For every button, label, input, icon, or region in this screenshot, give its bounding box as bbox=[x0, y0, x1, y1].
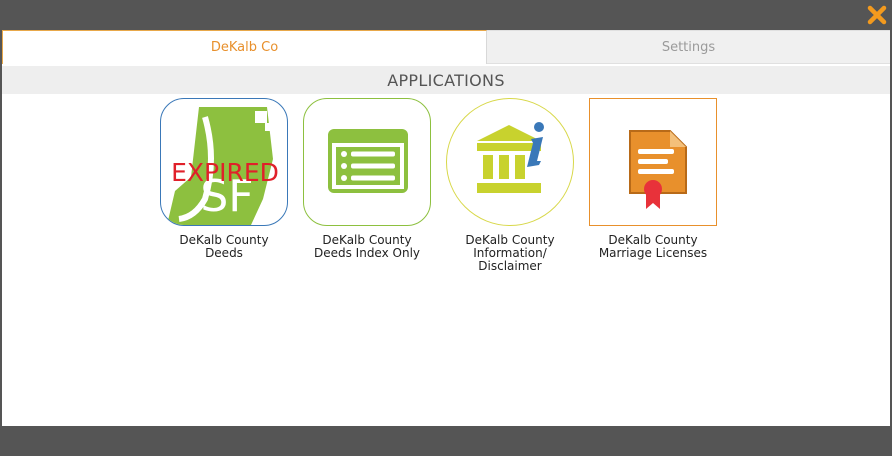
tab-settings[interactable]: Settings bbox=[487, 30, 890, 64]
tab-bar: DeKalb Co Settings bbox=[2, 30, 890, 64]
main-panel: DeKalb Co Settings APPLICATIONS SF EXPIR… bbox=[2, 30, 890, 426]
app-label: DeKalb County Deeds bbox=[179, 233, 269, 260]
app-deeds[interactable]: SF EXPIRED DeKalb County Deeds bbox=[154, 98, 294, 260]
title-bar bbox=[0, 0, 892, 30]
index-list-icon[interactable] bbox=[303, 98, 431, 226]
tab-dekalb-co[interactable]: DeKalb Co bbox=[2, 30, 487, 64]
courthouse-info-icon[interactable] bbox=[446, 98, 574, 226]
app-label: DeKalb County Marriage Licenses bbox=[598, 233, 708, 260]
app-label: DeKalb County Information/ Disclaimer bbox=[465, 233, 555, 273]
expired-stamp: EXPIRED bbox=[171, 158, 279, 187]
expired-sf-icon[interactable]: SF EXPIRED bbox=[160, 98, 288, 226]
marriage-certificate-icon[interactable] bbox=[589, 98, 717, 226]
app-information-disclaimer[interactable]: DeKalb County Information/ Disclaimer bbox=[440, 98, 580, 273]
app-deeds-index-only[interactable]: DeKalb County Deeds Index Only bbox=[297, 98, 437, 260]
bottom-bar bbox=[0, 426, 892, 456]
applications-grid: SF EXPIRED DeKalb County Deeds DeKalb Co… bbox=[2, 98, 890, 298]
applications-header: APPLICATIONS bbox=[2, 66, 890, 94]
app-label: DeKalb County Deeds Index Only bbox=[313, 233, 421, 260]
close-icon[interactable] bbox=[866, 4, 888, 26]
app-marriage-licenses[interactable]: DeKalb County Marriage Licenses bbox=[583, 98, 723, 260]
